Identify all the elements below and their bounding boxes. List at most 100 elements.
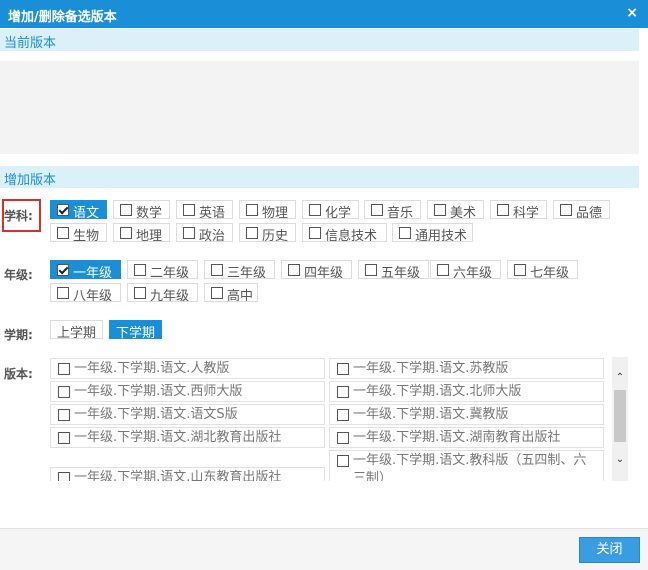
checkbox[interactable] bbox=[58, 363, 70, 375]
checkbox[interactable] bbox=[309, 204, 321, 216]
checkbox[interactable] bbox=[337, 409, 349, 421]
version-label-text: 一年级.下学期.语文.湖北教育出版社 bbox=[74, 430, 282, 445]
version-label-text: 一年级.下学期.语文.北师大版 bbox=[353, 384, 522, 399]
version-label-text: 一年级.下学期.语文.山东教育出版社 bbox=[74, 470, 282, 481]
version-option[interactable]: 一年级.下学期.语文.山东教育出版社 bbox=[50, 467, 325, 481]
checkbox[interactable] bbox=[57, 227, 69, 239]
option-label: 二年级 bbox=[150, 266, 190, 279]
grade-option[interactable]: 六年级 bbox=[430, 260, 501, 279]
version-option[interactable]: 一年级.下学期.语文.教科版（五四制、六三制） bbox=[329, 450, 604, 481]
checkbox[interactable] bbox=[309, 227, 321, 239]
checkbox[interactable] bbox=[183, 227, 195, 239]
option-label: 七年级 bbox=[530, 266, 570, 279]
subject-option[interactable]: 英语 bbox=[176, 200, 233, 219]
checkbox[interactable] bbox=[57, 204, 69, 216]
version-option[interactable]: 一年级.下学期.语文.冀教版 bbox=[329, 404, 604, 425]
grade-option[interactable]: 八年级 bbox=[50, 283, 121, 302]
version-option[interactable]: 一年级.下学期.语文.北师大版 bbox=[329, 381, 604, 402]
subject-option[interactable]: 历史 bbox=[239, 223, 296, 242]
grade-option[interactable]: 四年级 bbox=[281, 260, 352, 279]
checkbox[interactable] bbox=[57, 287, 69, 299]
checkbox[interactable] bbox=[437, 264, 449, 276]
checkbox[interactable] bbox=[246, 204, 258, 216]
checkbox[interactable] bbox=[58, 472, 70, 481]
subject-option[interactable]: 政治 bbox=[176, 223, 233, 242]
subject-option[interactable]: 物理 bbox=[239, 200, 296, 219]
subject-option[interactable]: 品德 bbox=[553, 200, 610, 219]
checkbox[interactable] bbox=[337, 455, 349, 467]
subject-option[interactable]: 语文 bbox=[50, 200, 107, 219]
version-option[interactable]: 一年级.下学期.语文.湖南教育出版社 bbox=[329, 427, 604, 448]
subject-option[interactable]: 美术 bbox=[427, 200, 484, 219]
option-label: 物理 bbox=[262, 206, 289, 219]
option-label: 历史 bbox=[262, 229, 289, 242]
checkbox[interactable] bbox=[371, 204, 383, 216]
version-option[interactable]: 一年级.下学期.语文.西师大版 bbox=[50, 381, 325, 402]
subject-option[interactable]: 音乐 bbox=[364, 200, 421, 219]
checkbox[interactable] bbox=[337, 386, 349, 398]
checkbox[interactable] bbox=[434, 204, 446, 216]
subject-option[interactable]: 科学 bbox=[490, 200, 547, 219]
checkbox[interactable] bbox=[337, 363, 349, 375]
version-option[interactable]: 一年级.下学期.语文.苏教版 bbox=[329, 358, 604, 379]
grade-label: 年级: bbox=[4, 268, 33, 282]
option-label: 品德 bbox=[576, 206, 603, 219]
option-label: 政治 bbox=[199, 229, 226, 242]
version-label-text: 一年级.下学期.语文.教科版（五四制、六三制） bbox=[353, 453, 587, 481]
current-version-area bbox=[0, 61, 639, 154]
scroll-up-icon[interactable]: ⌃ bbox=[612, 371, 628, 385]
option-label: 化学 bbox=[325, 206, 352, 219]
checkbox[interactable] bbox=[497, 204, 509, 216]
checkbox[interactable] bbox=[560, 204, 572, 216]
option-label: 语文 bbox=[73, 206, 100, 219]
version-option[interactable]: 一年级.下学期.语文.语文S版 bbox=[50, 404, 325, 425]
scroll-down-icon[interactable]: ⌄ bbox=[612, 453, 628, 467]
subject-option[interactable]: 数学 bbox=[113, 200, 170, 219]
checkbox[interactable] bbox=[58, 386, 70, 398]
subject-option[interactable]: 地理 bbox=[113, 223, 170, 242]
option-label: 四年级 bbox=[304, 266, 344, 279]
grade-option[interactable]: 二年级 bbox=[127, 260, 198, 279]
version-list-scrollbar[interactable]: ⌃ ⌄ bbox=[612, 357, 628, 481]
checkbox[interactable] bbox=[514, 264, 526, 276]
subject-option[interactable]: 化学 bbox=[302, 200, 359, 219]
close-button[interactable]: 关闭 bbox=[579, 537, 640, 563]
term-option-first[interactable]: 上学期 bbox=[50, 320, 104, 341]
checkbox[interactable] bbox=[58, 432, 70, 444]
option-label: 六年级 bbox=[453, 266, 493, 279]
subject-option[interactable]: 信息技术 bbox=[302, 223, 387, 242]
grade-option[interactable]: 七年级 bbox=[507, 260, 578, 279]
grade-option[interactable]: 三年级 bbox=[204, 260, 275, 279]
grade-option[interactable]: 五年级 bbox=[358, 260, 429, 279]
checkbox[interactable] bbox=[288, 264, 300, 276]
checkbox[interactable] bbox=[365, 264, 377, 276]
term-option-second[interactable]: 下学期 bbox=[109, 320, 163, 341]
checkbox[interactable] bbox=[183, 204, 195, 216]
version-label-text: 一年级.下学期.语文.语文S版 bbox=[74, 407, 238, 422]
checkbox[interactable] bbox=[134, 264, 146, 276]
version-option[interactable]: 一年级.下学期.语文.人教版 bbox=[50, 358, 325, 379]
subject-option[interactable]: 通用技术 bbox=[392, 223, 473, 242]
checkbox[interactable] bbox=[120, 227, 132, 239]
checkbox[interactable] bbox=[134, 287, 146, 299]
checkbox[interactable] bbox=[399, 227, 411, 239]
version-label: 版本: bbox=[4, 367, 33, 381]
grade-option[interactable]: 一年级 bbox=[50, 260, 121, 279]
option-label: 音乐 bbox=[387, 206, 414, 219]
option-label: 三年级 bbox=[227, 266, 267, 279]
checkbox[interactable] bbox=[211, 264, 223, 276]
grade-option[interactable]: 九年级 bbox=[127, 283, 198, 302]
subject-option[interactable]: 生物 bbox=[50, 223, 107, 242]
checkbox[interactable] bbox=[246, 227, 258, 239]
checkbox[interactable] bbox=[337, 432, 349, 444]
scroll-thumb[interactable] bbox=[614, 390, 626, 442]
version-option[interactable]: 一年级.下学期.语文.湖北教育出版社 bbox=[50, 427, 325, 448]
dialog-titlebar: 增加/删除备选版本 × bbox=[0, 0, 648, 28]
close-icon[interactable]: × bbox=[626, 5, 638, 21]
checkbox[interactable] bbox=[211, 287, 223, 299]
option-label: 一年级 bbox=[73, 266, 113, 279]
checkbox[interactable] bbox=[57, 264, 69, 276]
grade-option[interactable]: 高中 bbox=[204, 283, 258, 302]
checkbox[interactable] bbox=[120, 204, 132, 216]
checkbox[interactable] bbox=[58, 409, 70, 421]
